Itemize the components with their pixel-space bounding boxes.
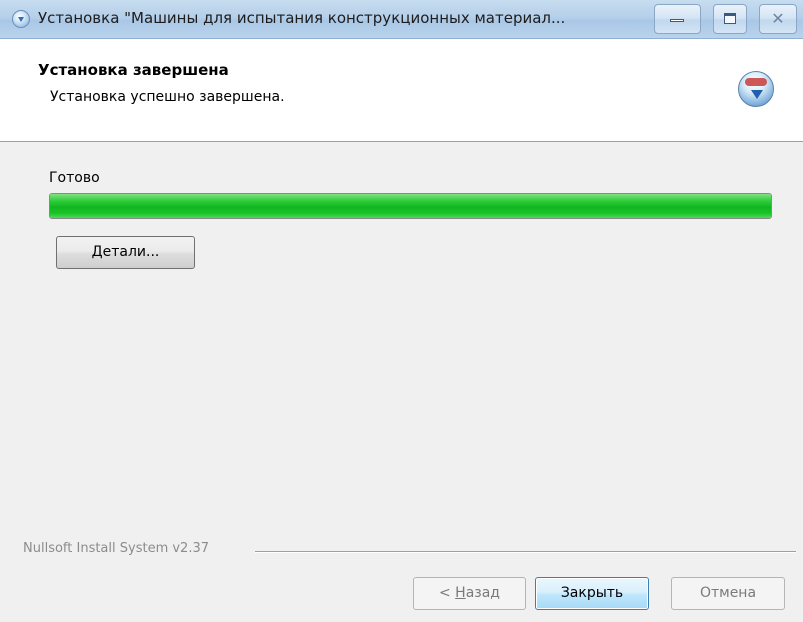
minimize-icon xyxy=(670,19,684,22)
app-icon xyxy=(12,10,30,28)
cancel-button[interactable]: Отмена xyxy=(671,577,785,610)
progress-fill xyxy=(50,194,771,218)
details-accel: Д xyxy=(91,244,103,260)
status-label: Готово xyxy=(49,170,100,186)
back-accel: Н xyxy=(455,585,466,601)
window-title: Установка "Машины для испытания конструк… xyxy=(38,9,566,27)
back-label: азад xyxy=(465,585,500,601)
back-button[interactable]: < Назад xyxy=(413,577,526,610)
installer-icon xyxy=(738,71,774,107)
progress-bar xyxy=(49,193,772,219)
back-prefix: < xyxy=(438,585,456,601)
details-label: етали... xyxy=(102,244,160,260)
close-window-button[interactable]: ✕ xyxy=(759,4,797,34)
title-bar[interactable]: Установка "Машины для испытания конструк… xyxy=(0,0,803,39)
header-panel: Установка завершена Установка успешно за… xyxy=(0,39,803,142)
separator xyxy=(255,551,796,553)
brand-label: Nullsoft Install System v2.37 xyxy=(23,541,210,556)
installer-window: Установка "Машины для испытания конструк… xyxy=(0,0,803,622)
maximize-icon xyxy=(724,13,736,24)
close-button[interactable]: Закрыть xyxy=(535,577,649,610)
page-title: Установка завершена xyxy=(38,61,229,79)
minimize-button[interactable] xyxy=(654,4,701,34)
details-button[interactable]: Детали... xyxy=(56,236,195,269)
page-subtitle: Установка успешно завершена. xyxy=(50,89,285,105)
close-icon: ✕ xyxy=(771,9,785,28)
maximize-button[interactable] xyxy=(713,4,747,34)
